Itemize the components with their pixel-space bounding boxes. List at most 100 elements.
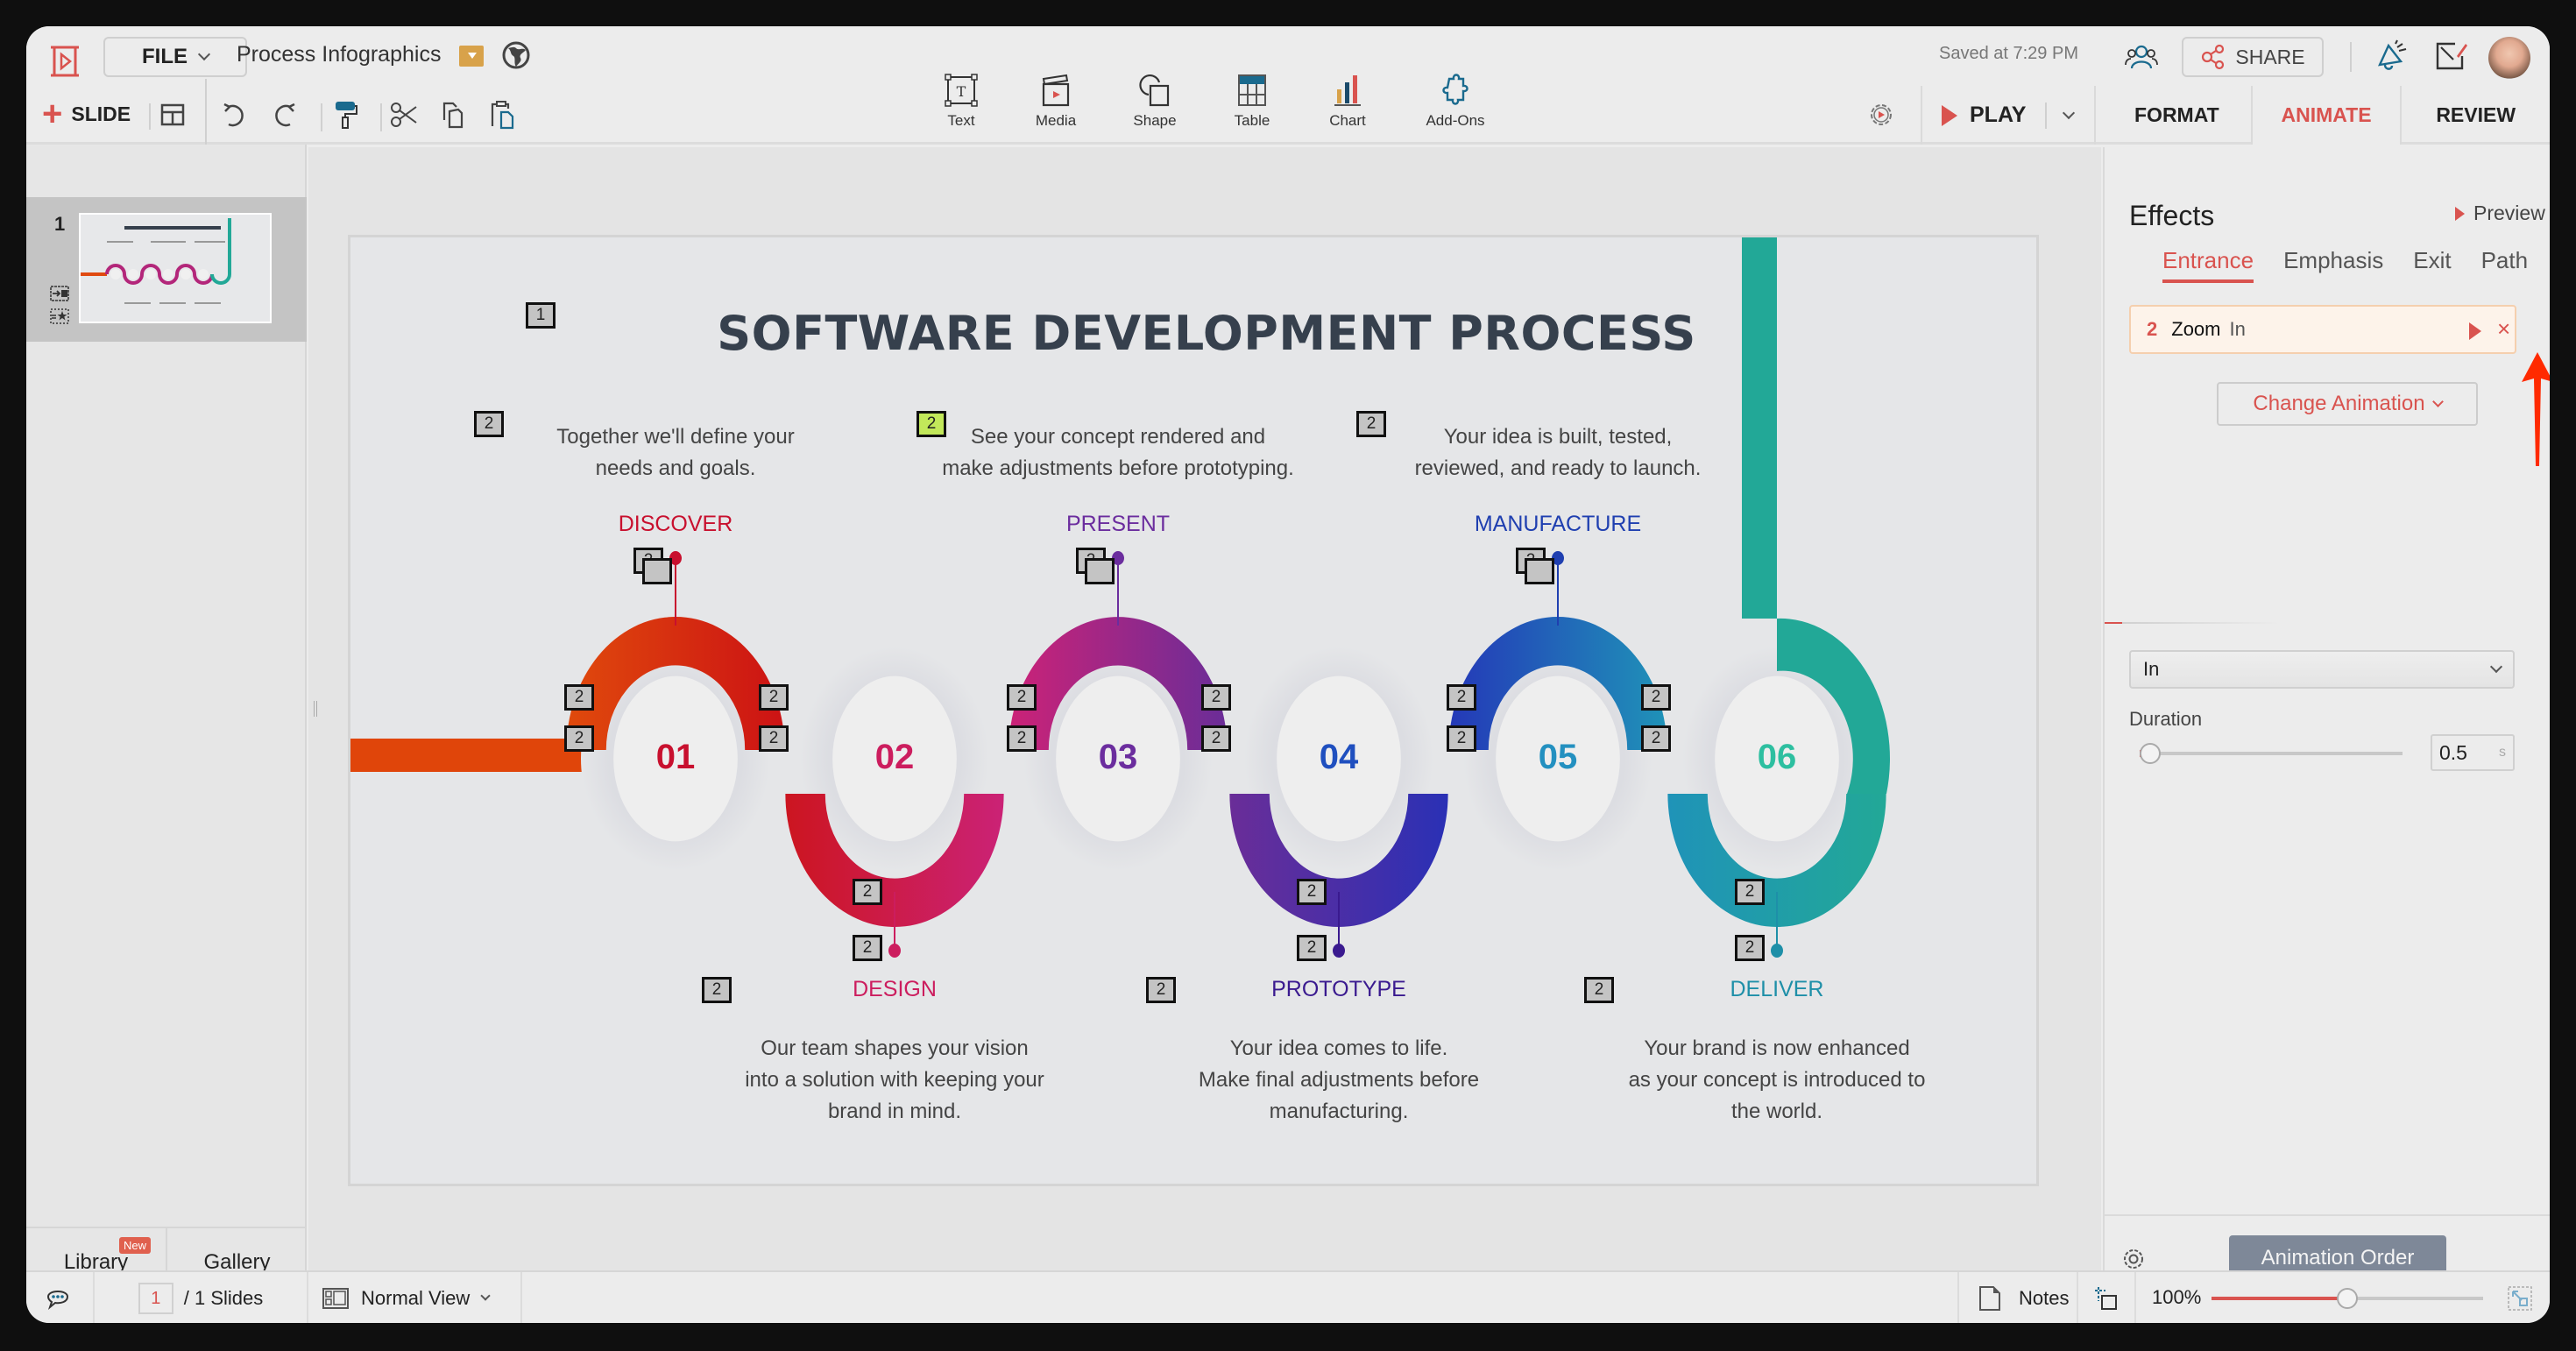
step-description[interactable]: Together we'll define your needs and goal… [448,421,903,485]
tab-entrance[interactable]: Entrance [2162,247,2254,283]
animation-order-tag[interactable]: 2 [1146,977,1176,1003]
animation-order-tag[interactable]: 2 [759,725,789,752]
animation-order-tag[interactable]: 2 [853,879,882,905]
animation-order-tag[interactable]: 2 [1641,684,1671,711]
step-label[interactable]: DESIGN [763,977,1026,1002]
tab-emphasis[interactable]: Emphasis [2283,247,2383,283]
step-label[interactable]: PRESENT [987,512,1249,537]
cut-button[interactable] [389,100,419,130]
animation-order-tag[interactable]: 2 [1297,879,1327,905]
step-number[interactable]: 01 [605,738,746,777]
animation-order-tag[interactable]: 2 [916,411,946,437]
insert-shape-button[interactable]: Shape [1115,72,1194,142]
animation-order-tag[interactable]: 2 [1735,935,1765,961]
step-description[interactable]: Your idea comes to life. Make final adjus… [1111,1033,1567,1128]
preview-button[interactable]: Preview [2455,202,2545,225]
animation-order-tag[interactable]: 2 [1201,684,1231,711]
layout-button[interactable] [158,100,188,130]
current-page-input[interactable]: 1 [138,1283,173,1314]
step-number[interactable]: 02 [824,738,965,777]
step-label[interactable]: DELIVER [1645,977,1908,1002]
animation-star-icon[interactable] [49,308,70,325]
file-menu-button[interactable]: FILE [103,37,247,77]
tab-review[interactable]: REVIEW [2402,86,2550,145]
animation-order-tag[interactable] [1525,558,1554,584]
document-title[interactable]: Process Infographics [237,42,441,67]
zoom-slider-thumb[interactable] [2337,1288,2358,1309]
slide[interactable]: SOFTWARE DEVELOPMENT PROCESS 1 Together w… [348,235,2039,1186]
step-number[interactable]: 06 [1707,738,1847,777]
animation-list-item[interactable]: 2 Zoom In × [2129,305,2516,354]
step-label[interactable]: PROTOTYPE [1207,977,1470,1002]
animation-order-tag[interactable]: 2 [1641,725,1671,752]
insert-addons-button[interactable]: Add-Ons [1416,72,1495,142]
fit-slide-button[interactable] [2078,1272,2136,1323]
step-description[interactable]: Your brand is now enhanced as your concep… [1549,1033,2005,1128]
step-label[interactable]: MANUFACTURE [1426,512,1689,537]
animation-order-tag[interactable] [642,558,672,584]
panel-resize-handle[interactable] [314,701,317,717]
view-mode-selector[interactable]: Normal View [308,1272,522,1323]
play-options-chevron-icon[interactable] [2063,106,2076,119]
slideshow-settings-gear-icon[interactable] [1866,100,1896,130]
redo-button[interactable] [270,100,300,130]
announcement-megaphone-icon[interactable] [2374,39,2410,74]
duration-slider-track[interactable] [2140,752,2403,755]
duration-input[interactable]: 0.5 s [2431,734,2515,771]
feedback-icon[interactable] [2434,40,2469,72]
comments-button[interactable] [26,1272,95,1323]
animation-order-tag[interactable] [1085,558,1115,584]
folder-icon[interactable] [459,46,484,67]
animation-order-tag[interactable]: 2 [702,977,732,1003]
animation-order-tag[interactable]: 2 [1356,411,1386,437]
globe-icon[interactable] [501,40,531,70]
step-number[interactable]: 03 [1048,738,1188,777]
step-description[interactable]: Your idea is built, tested, reviewed, and… [1330,421,1786,485]
add-slide-button[interactable]: + SLIDE [42,96,131,131]
undo-button[interactable] [219,100,249,130]
format-painter-button[interactable] [331,100,361,130]
animation-order-tag[interactable]: 2 [1007,725,1037,752]
tab-format[interactable]: FORMAT [2103,86,2253,145]
insert-table-button[interactable]: Table [1213,72,1292,142]
notes-button[interactable]: Notes [1957,1272,2078,1323]
insert-text-button[interactable]: T Text [922,72,1001,142]
animation-order-tag[interactable]: 2 [564,684,594,711]
slide-thumbnail[interactable] [79,213,272,323]
step-label[interactable]: DISCOVER [544,512,807,537]
step-description[interactable]: See your concept rendered and make adjust… [890,421,1346,485]
animation-settings-gear-icon[interactable] [2120,1246,2147,1272]
animation-order-tag[interactable]: 2 [1584,977,1614,1003]
animation-order-tag[interactable]: 2 [1297,935,1327,961]
animation-order-tag[interactable]: 2 [474,411,504,437]
animation-order-tag[interactable]: 2 [1007,684,1037,711]
animation-order-tag[interactable]: 2 [1447,725,1476,752]
step-number[interactable]: 04 [1269,738,1409,777]
step-number[interactable]: 05 [1488,738,1628,777]
tab-path[interactable]: Path [2481,247,2529,283]
animation-order-tag[interactable]: 2 [759,684,789,711]
animation-order-tag[interactable]: 2 [853,935,882,961]
animation-order-tag[interactable]: 2 [564,725,594,752]
paste-button[interactable] [487,100,517,130]
tab-animate[interactable]: ANIMATE [2252,86,2403,145]
collaborators-icon[interactable] [2124,44,2159,72]
copy-button[interactable] [438,100,468,130]
user-avatar[interactable] [2488,37,2530,79]
play-animation-icon[interactable] [2469,322,2481,340]
duration-slider-thumb[interactable] [2140,743,2161,764]
animation-order-tag[interactable]: 2 [1201,725,1231,752]
tab-exit[interactable]: Exit [2413,247,2451,283]
step-description[interactable]: Our team shapes your vision into a soluti… [667,1033,1122,1128]
direction-select[interactable]: In [2129,650,2515,689]
fullscreen-icon[interactable] [2508,1286,2532,1311]
change-animation-button[interactable]: Change Animation [2217,382,2478,426]
share-button[interactable]: SHARE [2182,37,2324,77]
play-button[interactable]: PLAY [1921,86,2096,145]
slide-title[interactable]: SOFTWARE DEVELOPMENT PROCESS [350,306,2036,361]
insert-chart-button[interactable]: Chart [1308,72,1387,142]
slide-thumbnail-row[interactable]: 1 [26,197,307,342]
animation-order-tag[interactable]: 1 [526,302,556,329]
remove-animation-close-icon[interactable]: × [2497,315,2510,343]
animation-order-tag[interactable]: 2 [1447,684,1476,711]
